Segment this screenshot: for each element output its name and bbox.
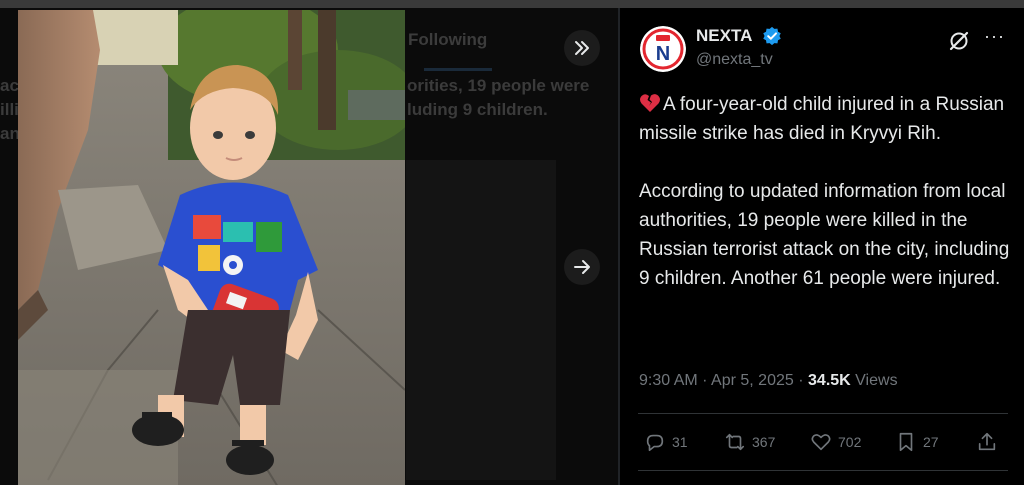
meta-separator: · <box>702 372 708 389</box>
divider-bottom <box>638 470 1008 471</box>
bookmark-count: 27 <box>923 434 939 450</box>
bookmark-icon <box>899 432 913 452</box>
tweet-date[interactable]: Apr 5, 2025 <box>711 372 794 389</box>
divider-top <box>638 413 1008 414</box>
author-handle[interactable]: @nexta_tv <box>696 51 773 69</box>
tweet-actions: 31 367 702 27 <box>640 426 1006 458</box>
repost-icon <box>725 433 745 451</box>
share-icon <box>978 432 996 451</box>
tweet-detail-panel: N NEXTA @nexta_tv ··· A four-year-old ch… <box>620 8 1024 485</box>
meta-separator: · <box>798 372 804 389</box>
repost-count: 367 <box>752 434 776 450</box>
share-button[interactable] <box>976 426 998 458</box>
background-text: an <box>0 124 20 143</box>
tweet-paragraph-1: A four-year-old child injured in a Russi… <box>639 94 1010 144</box>
more-dots-icon: ··· <box>984 26 1005 46</box>
avatar[interactable]: N <box>640 26 686 72</box>
view-count: 34.5K <box>808 372 851 389</box>
background-tab-following: Following <box>408 30 488 49</box>
like-button[interactable]: 702 <box>810 426 861 458</box>
background-media-thumbnail <box>406 160 556 480</box>
nexta-logo-icon: N <box>640 26 686 72</box>
next-media-button[interactable] <box>564 249 600 285</box>
author-name[interactable]: NEXTA <box>696 26 752 46</box>
tweet-text: A four-year-old child injured in a Russi… <box>639 90 1015 293</box>
photo-illustration <box>18 10 405 485</box>
media-viewer-backdrop[interactable]: Following ac orities, 19 people were ill… <box>0 8 618 485</box>
verified-badge-icon[interactable] <box>762 26 782 46</box>
views-label: Views <box>855 372 898 389</box>
tweet-paragraph-2: According to updated information from lo… <box>639 181 1015 289</box>
background-text: orities, 19 people were <box>407 76 590 95</box>
like-count: 702 <box>838 434 862 450</box>
window-top-strip <box>0 0 1024 8</box>
arrow-right-icon <box>574 260 590 274</box>
broken-heart-icon <box>640 94 660 112</box>
background-text: ac <box>0 76 19 95</box>
reply-button[interactable]: 31 <box>644 426 688 458</box>
bookmark-button[interactable]: 27 <box>895 426 939 458</box>
background-text: luding 9 children. <box>407 100 548 119</box>
chevrons-right-icon <box>575 41 589 55</box>
collapse-panel-button[interactable] <box>564 30 600 66</box>
reply-icon <box>646 434 664 452</box>
background-text: illi <box>0 100 19 119</box>
reply-count: 31 <box>672 434 688 450</box>
heart-icon <box>811 434 831 451</box>
tweet-meta: 9:30 AM · Apr 5, 2025 · 34.5K Views <box>639 372 898 390</box>
grok-icon[interactable] <box>948 30 970 52</box>
tweet-time[interactable]: 9:30 AM <box>639 372 698 389</box>
repost-button[interactable]: 367 <box>724 426 775 458</box>
more-options-button[interactable]: ··· <box>984 26 1005 47</box>
tweet-photo[interactable] <box>18 10 405 485</box>
background-tab-underline <box>424 68 492 71</box>
svg-text:N: N <box>656 43 670 65</box>
